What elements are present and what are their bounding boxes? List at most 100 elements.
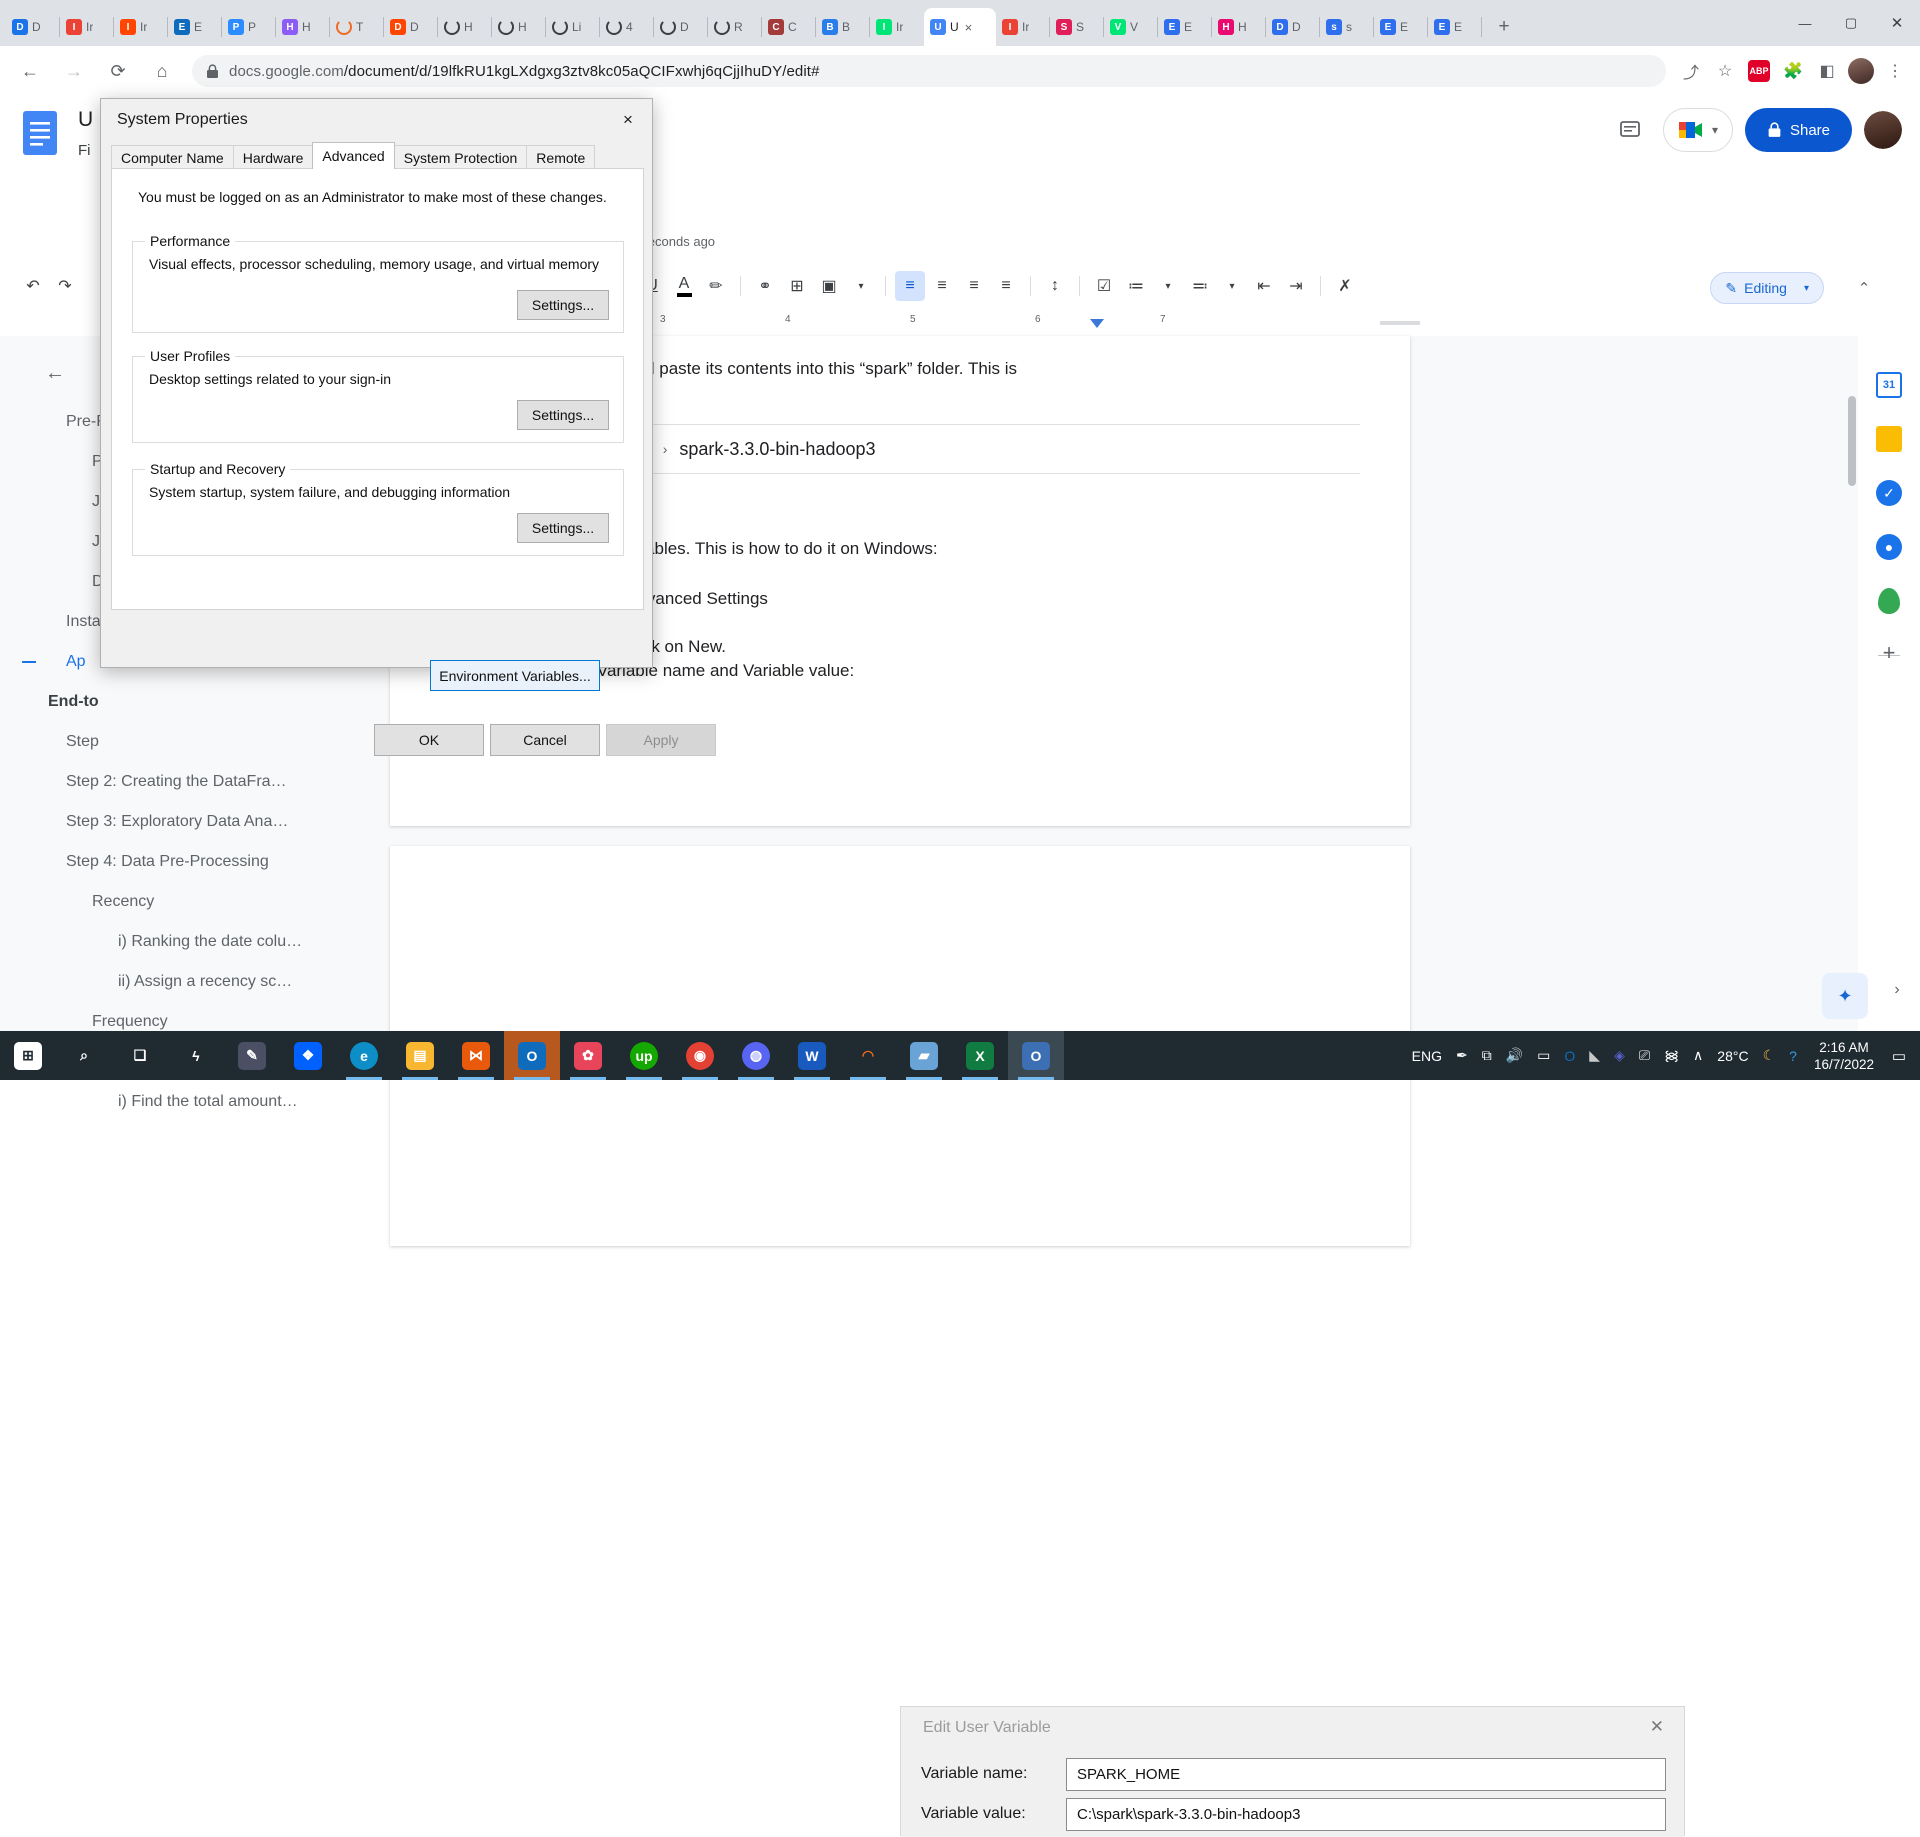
taskbar-app-shape[interactable]: ϟ: [168, 1031, 224, 1080]
extensions-puzzle-icon[interactable]: 🧩: [1776, 54, 1810, 88]
browser-tab[interactable]: ss: [1320, 8, 1374, 46]
bookmark-star-icon[interactable]: ☆: [1708, 54, 1742, 88]
insert-image-button[interactable]: ▣: [814, 271, 844, 301]
browser-tab[interactable]: H: [492, 8, 546, 46]
search-button[interactable]: ⌕: [56, 1031, 112, 1080]
webcam-icon[interactable]: ⎚: [1632, 1031, 1657, 1080]
editing-mode-button[interactable]: ✎ Editing ▾: [1710, 272, 1824, 304]
browser-tab[interactable]: H: [438, 8, 492, 46]
three-dot-menu[interactable]: ⋮: [1878, 54, 1912, 88]
google-keep-icon[interactable]: [1858, 412, 1920, 466]
forward-button[interactable]: →: [56, 53, 92, 89]
taskbar-app-hyper[interactable]: ⋈: [448, 1031, 504, 1080]
taskbar-app-note[interactable]: ✎: [224, 1031, 280, 1080]
document-title[interactable]: U: [78, 108, 93, 132]
numbered-list-button[interactable]: ≕: [1185, 271, 1215, 301]
back-button[interactable]: ←: [12, 53, 48, 89]
taskbar-app-chrome[interactable]: ◉: [672, 1031, 728, 1080]
adblock-plus-icon[interactable]: ABP: [1742, 54, 1776, 88]
redo-button[interactable]: ↷: [50, 271, 80, 301]
reading-list-icon[interactable]: ◧: [1810, 54, 1844, 88]
outline-item[interactable]: i) Find the total amount…: [0, 1082, 390, 1122]
taskbar-app-discord[interactable]: ◍: [728, 1031, 784, 1080]
ok-button[interactable]: OK: [374, 724, 484, 756]
browser-tab[interactable]: R: [708, 8, 762, 46]
taskbar-app-word[interactable]: W: [784, 1031, 840, 1080]
browser-tab[interactable]: SS: [1050, 8, 1104, 46]
browser-tab[interactable]: HH: [276, 8, 330, 46]
google-maps-icon[interactable]: [1858, 574, 1920, 628]
browser-tab[interactable]: EE: [168, 8, 222, 46]
taskbar-clock[interactable]: 2:16 AM 16/7/2022: [1804, 1039, 1884, 1073]
startup-recovery-settings-button[interactable]: Settings...: [517, 513, 609, 543]
outline-item[interactable]: Recency: [0, 882, 390, 922]
line-spacing-button[interactable]: ↕: [1040, 271, 1070, 301]
avatar[interactable]: [1864, 111, 1902, 149]
start-button[interactable]: ⊞: [0, 1031, 56, 1080]
variable-value-input[interactable]: C:\spark\spark-3.3.0-bin-hadoop3: [1066, 1797, 1666, 1831]
outline-item[interactable]: Step 3: Exploratory Data Ana…: [0, 802, 390, 842]
taskbar-app-upwork[interactable]: up: [616, 1031, 672, 1080]
wifi-icon[interactable]: ᯼: [1657, 1031, 1686, 1080]
weather-moon-icon[interactable]: ☾: [1756, 1031, 1783, 1080]
temperature-label[interactable]: 28°C: [1710, 1031, 1755, 1080]
window-maximize-button[interactable]: ▢: [1828, 0, 1874, 46]
align-center-button[interactable]: ≡: [927, 271, 957, 301]
outline-item[interactable]: Step 2: Creating the DataFra…: [0, 762, 390, 802]
browser-tab[interactable]: VV: [1104, 8, 1158, 46]
browser-tab[interactable]: DD: [1266, 8, 1320, 46]
comment-history-icon[interactable]: [1609, 109, 1651, 151]
google-docs-logo[interactable]: [22, 110, 58, 156]
share-icon[interactable]: ⤴: [1674, 54, 1708, 88]
decrease-indent-button[interactable]: ⇤: [1249, 271, 1279, 301]
checklist-button[interactable]: ☑: [1089, 271, 1119, 301]
outline-item[interactable]: Step 4: Data Pre-Processing: [0, 842, 390, 882]
document-scrollbar[interactable]: [1848, 396, 1856, 486]
browser-tab[interactable]: 4: [600, 8, 654, 46]
user-profiles-settings-button[interactable]: Settings...: [517, 400, 609, 430]
browser-tab[interactable]: PP: [222, 8, 276, 46]
clear-formatting-button[interactable]: ✗: [1330, 271, 1360, 301]
browser-tab[interactable]: I Ir: [114, 8, 168, 46]
highlight-button[interactable]: ✏: [701, 271, 731, 301]
increase-indent-button[interactable]: ⇥: [1281, 271, 1311, 301]
menu-file[interactable]: Fi: [78, 142, 91, 159]
google-meet-button[interactable]: ▾: [1662, 108, 1733, 152]
browser-tab[interactable]: EE: [1158, 8, 1212, 46]
close-icon[interactable]: ×: [604, 99, 652, 141]
new-tab-button[interactable]: +: [1490, 13, 1518, 41]
performance-settings-button[interactable]: Settings...: [517, 290, 609, 320]
cancel-button[interactable]: Cancel: [490, 724, 600, 756]
pen-tray-icon[interactable]: ✒: [1449, 1031, 1475, 1080]
insert-link-button[interactable]: ⚭: [750, 271, 780, 301]
browser-tab[interactable]: I Ir: [996, 8, 1050, 46]
notification-center-icon[interactable]: ▭: [1884, 1031, 1914, 1080]
close-icon[interactable]: ✕: [1650, 1717, 1664, 1737]
insert-image-caret[interactable]: ▾: [846, 271, 876, 301]
browser-tab[interactable]: EE: [1374, 8, 1428, 46]
get-addons-icon[interactable]: +: [1858, 626, 1920, 680]
dialog-tab[interactable]: Computer Name: [111, 145, 234, 169]
system-properties-dialog[interactable]: System Properties × Computer Name Hardwar…: [100, 98, 716, 756]
taskbar-app-edge[interactable]: e: [336, 1031, 392, 1080]
address-bar[interactable]: docs.google.com/document/d/19lfkRU1kgLXd…: [192, 55, 1666, 87]
browser-tab[interactable]: U U ×: [924, 8, 996, 46]
browser-tab[interactable]: I Ir: [870, 8, 924, 46]
help-icon[interactable]: ?: [1782, 1031, 1804, 1080]
browser-tab[interactable]: DD: [384, 8, 438, 46]
browser-tab[interactable]: DD: [6, 8, 60, 46]
share-button[interactable]: Share: [1744, 108, 1852, 152]
bulleted-list-button[interactable]: ≔: [1121, 271, 1151, 301]
battery-icon[interactable]: ▭: [1530, 1031, 1557, 1080]
chevron-up-icon[interactable]: ⌃: [1848, 272, 1880, 304]
dialog-tab[interactable]: Remote: [526, 145, 596, 169]
taskbar-app-dropbox[interactable]: ❖: [280, 1031, 336, 1080]
variable-name-input[interactable]: SPARK_HOME: [1066, 1757, 1666, 1791]
browser-tab[interactable]: I Ir: [60, 8, 114, 46]
outline-item[interactable]: End-to: [0, 682, 390, 722]
google-tasks-icon[interactable]: ✓: [1858, 466, 1920, 520]
browser-tab[interactable]: HH: [1212, 8, 1266, 46]
outlook-tray-icon[interactable]: O: [1557, 1031, 1582, 1080]
language-indicator[interactable]: ENG: [1405, 1031, 1449, 1080]
browser-tab[interactable]: CC: [762, 8, 816, 46]
